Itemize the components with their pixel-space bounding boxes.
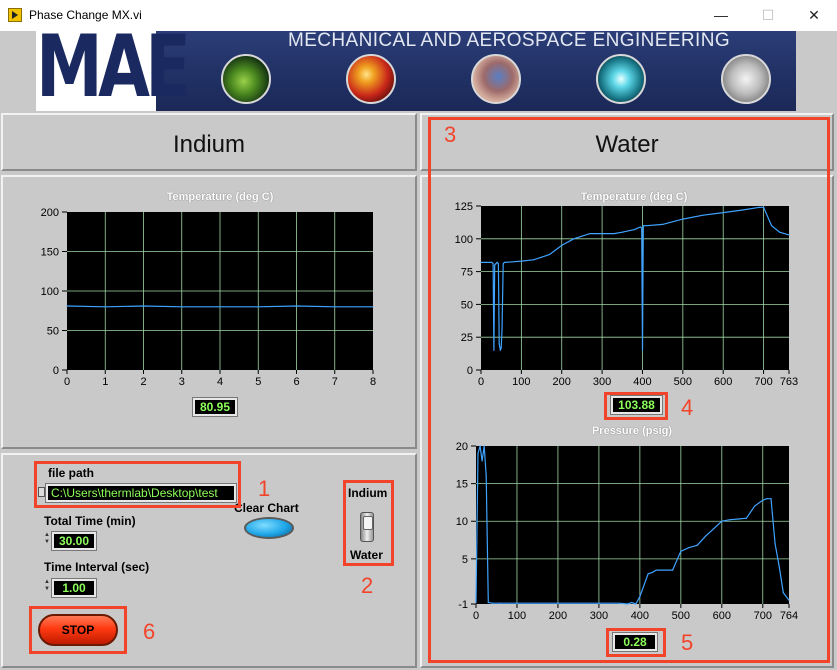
annotation-box-toggle-switch (343, 480, 394, 566)
annotation-number-6: 6 (143, 619, 156, 644)
annotation-box-water-section (428, 117, 830, 663)
annotation-box-pressure-readout (606, 628, 666, 657)
annotation-number-4: 4 (681, 395, 694, 420)
annotation-number-2: 2 (361, 573, 374, 598)
annotation-number-5: 5 (681, 630, 694, 655)
annotation-number-1: 1 (258, 476, 271, 501)
annotation-box-temperature-readout (604, 392, 668, 420)
annotation-box-stop-button (29, 606, 127, 654)
annotation-number-3: 3 (444, 122, 457, 147)
annotation-box-file-path (34, 461, 241, 508)
